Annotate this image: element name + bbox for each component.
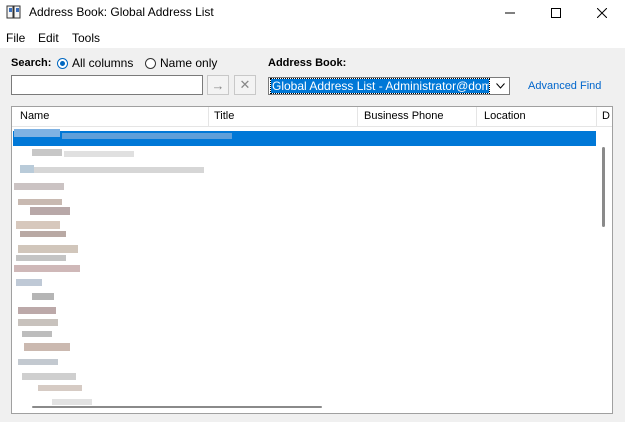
address-book-label: Address Book: [268, 57, 347, 69]
search-go-button[interactable]: → [207, 75, 229, 95]
radio-name-only[interactable]: Name only [145, 56, 217, 70]
maximize-icon [551, 8, 561, 18]
minimize-button[interactable] [487, 0, 533, 26]
address-list[interactable]: Name Title Business Phone Location D [11, 106, 613, 414]
minimize-icon [505, 12, 515, 14]
maximize-button[interactable] [533, 0, 579, 26]
title-bar: Address Book: Global Address List [0, 0, 625, 26]
menu-edit[interactable]: Edit [38, 31, 59, 45]
column-header-business-phone[interactable]: Business Phone [364, 110, 444, 122]
menu-file[interactable]: File [6, 31, 25, 45]
menu-tools[interactable]: Tools [72, 31, 100, 45]
column-separator[interactable] [208, 107, 209, 126]
address-book-selected-value: Global Address List - Administrator@doma [270, 78, 490, 94]
address-book-select[interactable]: Global Address List - Administrator@doma [268, 77, 510, 95]
radio-all-columns[interactable]: All columns [57, 56, 133, 70]
close-icon [597, 8, 607, 18]
radio-unchecked-icon [145, 57, 156, 69]
radio-name-only-label: Name only [160, 56, 218, 70]
column-separator[interactable] [476, 107, 477, 126]
search-clear-button[interactable]: ✕ [234, 75, 256, 95]
window-title: Address Book: Global Address List [29, 5, 214, 19]
radio-all-columns-label: All columns [72, 56, 134, 70]
close-icon: ✕ [239, 77, 251, 92]
column-header-d[interactable]: D [602, 110, 610, 122]
column-separator[interactable] [596, 107, 597, 126]
advanced-find-link[interactable]: Advanced Find [528, 80, 601, 92]
arrow-right-icon: → [211, 77, 225, 93]
chevron-down-icon [493, 79, 507, 93]
column-header-name[interactable]: Name [20, 110, 49, 122]
search-input[interactable] [11, 75, 203, 95]
menu-bar: File Edit Tools [0, 26, 625, 48]
radio-checked-icon [57, 57, 68, 69]
column-headers: Name Title Business Phone Location D [12, 107, 612, 127]
column-header-title[interactable]: Title [214, 110, 234, 122]
close-button[interactable] [579, 0, 625, 26]
column-separator[interactable] [357, 107, 358, 126]
search-label: Search: [11, 57, 52, 69]
column-header-location[interactable]: Location [484, 110, 526, 122]
horizontal-scrollbar[interactable] [32, 406, 322, 408]
vertical-scrollbar[interactable] [602, 147, 605, 227]
address-book-icon [6, 5, 21, 19]
